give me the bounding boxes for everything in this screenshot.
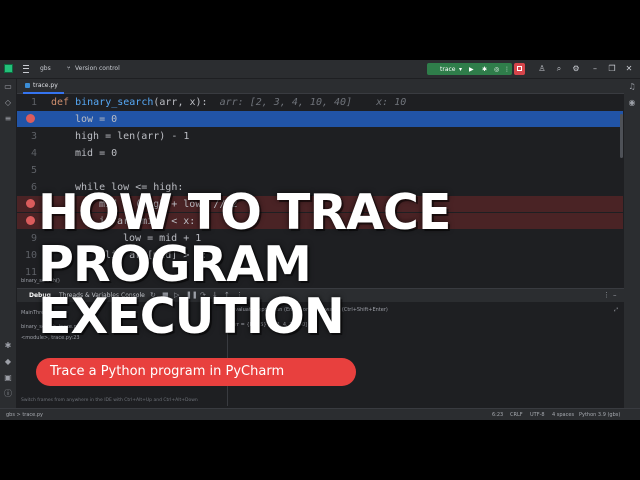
line-number: 9 — [30, 233, 37, 244]
code-line: 3 high = len(arr) - 1 — [17, 128, 623, 144]
code-text: def binary_search(arr, x): arr: [2, 3, 4… — [51, 97, 406, 108]
commit-icon[interactable]: ◇ — [3, 98, 13, 108]
debug-tool-icon[interactable]: ✱ — [3, 341, 13, 351]
python-packages-icon[interactable]: ◆ — [3, 357, 13, 367]
branch-icon: ⑂ — [67, 65, 71, 72]
line-number: 10 — [24, 250, 37, 261]
function-name: binary_search — [75, 97, 154, 108]
headline-line-2: PROGRAM — [38, 236, 312, 293]
caret-position[interactable]: 6:23 — [492, 412, 503, 418]
hide-panel-icon[interactable]: – — [613, 291, 617, 299]
headline-line-3: EXECUTION — [38, 288, 345, 345]
file-encoding[interactable]: UTF-8 — [530, 412, 545, 418]
vcs-widget[interactable]: Version control — [75, 65, 120, 72]
subtitle-banner: Trace a Python program in PyCharm — [36, 358, 356, 386]
code-text: high = len(arr) - 1 — [75, 131, 190, 142]
problems-icon[interactable]: ⓘ — [3, 389, 13, 399]
code-text: mid = 0 — [75, 148, 118, 159]
headline-line-1: HOW TO TRACE — [38, 184, 451, 241]
line-number: 5 — [30, 165, 37, 176]
project-selector[interactable]: gbs — [40, 65, 51, 72]
profile-icon[interactable]: ♙ — [537, 64, 547, 74]
breakpoint-icon[interactable] — [26, 114, 35, 123]
database-icon[interactable]: ◉ — [627, 98, 637, 108]
frames-hint: Switch frames from anywhere in the IDE w… — [21, 398, 198, 403]
chevron-down-icon: ▾ — [459, 66, 463, 73]
breakpoint-icon[interactable] — [26, 216, 35, 225]
options-icon[interactable]: ⋮ — [603, 291, 610, 299]
structure-icon[interactable]: ≡ — [3, 114, 13, 124]
title-bar: gbs ⑂ Version control trace ▾ ▶ ✱ ◎ ⋮ ♙ … — [0, 60, 640, 79]
terminal-icon[interactable]: ▣ — [3, 373, 13, 383]
run-config-label: trace — [440, 66, 456, 73]
stop-icon[interactable] — [514, 63, 525, 75]
line-number: 1 — [30, 97, 37, 108]
main-menu-icon[interactable] — [23, 65, 29, 73]
debug-icon[interactable]: ✱ — [482, 66, 487, 73]
current-execution-line: low = 0 — [17, 111, 623, 127]
breakpoint-icon[interactable] — [26, 199, 35, 208]
run-configuration[interactable]: trace ▾ ▶ ✱ ◎ ⋮ — [427, 63, 512, 75]
expand-icon[interactable]: ⤢ — [614, 307, 618, 313]
more-icon[interactable]: ⋮ — [504, 66, 510, 73]
editor-scrollbar[interactable] — [620, 114, 623, 158]
subtitle-text: Trace a Python program in PyCharm — [50, 364, 285, 379]
code-line: 1 def binary_search(arr, x): arr: [2, 3,… — [17, 94, 623, 110]
restore-icon[interactable]: ❐ — [607, 64, 617, 74]
settings-icon[interactable]: ⚙ — [571, 64, 581, 74]
search-icon[interactable]: ⌕ — [554, 64, 564, 74]
line-separator[interactable]: CRLF — [510, 412, 523, 418]
right-tool-strip: ♫ ◉ — [623, 79, 640, 409]
code-line: 5 — [17, 162, 623, 178]
status-bar: gbs > trace.py 6:23 CRLF UTF-8 4 spaces … — [0, 408, 640, 420]
minimize-icon[interactable]: – — [590, 64, 600, 74]
coverage-icon[interactable]: ◎ — [494, 66, 499, 73]
inline-values: arr: [2, 3, 4, 10, 40] x: 10 — [219, 97, 407, 108]
line-number: 3 — [30, 131, 37, 142]
params: (arr, x): — [153, 97, 208, 108]
notifications-icon[interactable]: ♫ — [627, 82, 637, 92]
close-icon[interactable]: ✕ — [624, 64, 634, 74]
left-tool-strip: ▭ ◇ ≡ ✱ ◆ ▣ ⓘ — [0, 79, 17, 409]
tab-trace-py[interactable]: trace.py — [23, 79, 64, 94]
python-interpreter[interactable]: Python 3.9 (gbs) — [579, 412, 620, 418]
project-icon[interactable]: ▭ — [3, 82, 13, 92]
run-icon[interactable]: ▶ — [469, 66, 474, 73]
code-text: low = 0 — [75, 114, 118, 125]
pycharm-logo-icon — [4, 64, 13, 73]
line-number: 4 — [30, 148, 37, 159]
code-line: 4 mid = 0 — [17, 145, 623, 161]
line-number: 6 — [30, 182, 37, 193]
status-path[interactable]: gbs > trace.py — [6, 412, 43, 418]
editor-tabs: trace.py — [17, 79, 624, 94]
keyword: def — [51, 97, 70, 108]
indent-setting[interactable]: 4 spaces — [552, 412, 574, 418]
